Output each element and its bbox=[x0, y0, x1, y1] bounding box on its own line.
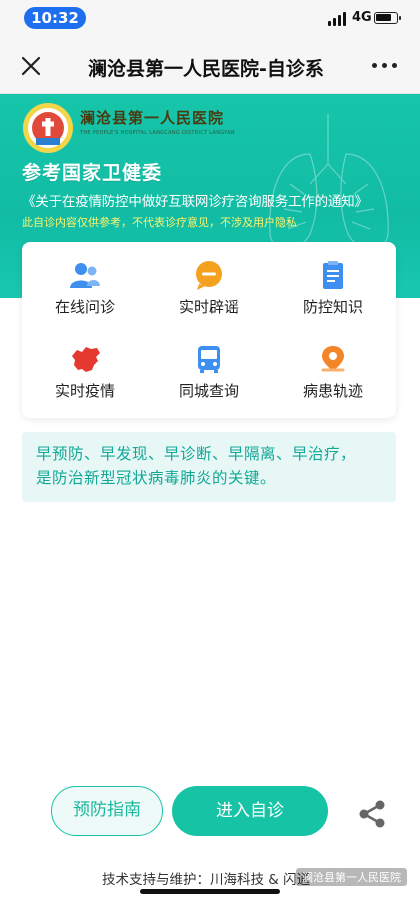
slogan-line: 是防治新型冠状病毒肺炎的关键。 bbox=[36, 469, 277, 487]
network-type: 4G bbox=[352, 10, 372, 25]
feature-label: 防控知识 bbox=[302, 298, 363, 316]
battery-icon bbox=[374, 12, 401, 24]
feature-grid: 在线问诊 实时辟谣 防控知识 实时疫情 同城查询 病患轨迹 bbox=[22, 242, 396, 418]
feature-online-consult[interactable]: 在线问诊 bbox=[23, 244, 147, 324]
feature-city-search[interactable]: 同城查询 bbox=[147, 328, 271, 408]
status-time: 10:32 bbox=[24, 7, 86, 29]
feature-label: 实时疫情 bbox=[54, 382, 115, 400]
banner-notice[interactable]: 《关于在疫情防控中做好互联网诊疗咨询服务工作的通知》 bbox=[22, 190, 412, 210]
feature-patient-track[interactable]: 病患轨迹 bbox=[271, 328, 395, 408]
feature-label: 病患轨迹 bbox=[302, 382, 363, 400]
users-icon bbox=[70, 263, 100, 288]
feature-label: 实时辟谣 bbox=[178, 298, 239, 316]
hospital-name-en: THE PEOPLE'S HOSPITAL LANGCANG DISTRICT … bbox=[80, 130, 235, 136]
slogan-line: 早预防、早发现、早诊断、早隔离、早治疗， bbox=[36, 445, 357, 463]
hospital-logo bbox=[23, 103, 73, 153]
china-map-icon bbox=[72, 347, 100, 372]
prevention-guide-button[interactable]: 预防指南 bbox=[51, 786, 163, 836]
signal-icon bbox=[328, 12, 348, 26]
bus-icon bbox=[198, 346, 220, 373]
location-pin-icon bbox=[321, 346, 345, 372]
feature-label: 同城查询 bbox=[178, 382, 239, 400]
status-bar: 10:32 4G bbox=[0, 0, 420, 38]
more-icon[interactable] bbox=[372, 63, 398, 69]
page-title: 澜沧县第一人民医院-自诊系 bbox=[88, 58, 324, 80]
banner-disclaimer: 此自诊内容仅供参考，不代表诊疗意见，不涉及用户隐私 bbox=[22, 216, 297, 229]
message-icon bbox=[196, 261, 222, 290]
nav-bar: 澜沧县第一人民医院-自诊系 bbox=[0, 38, 420, 94]
clipboard-icon bbox=[323, 261, 343, 289]
feature-prevention-knowledge[interactable]: 防控知识 bbox=[271, 244, 395, 324]
feature-realtime-epidemic[interactable]: 实时疫情 bbox=[23, 328, 147, 408]
hospital-name: 澜沧县第一人民医院 bbox=[80, 109, 225, 127]
enter-self-diagnosis-button[interactable]: 进入自诊 bbox=[172, 786, 328, 836]
home-indicator bbox=[140, 889, 280, 894]
close-icon[interactable] bbox=[18, 53, 44, 79]
share-icon[interactable] bbox=[356, 798, 388, 830]
watermark: 澜沧县第一人民医院 bbox=[296, 868, 407, 886]
feature-rumor-check[interactable]: 实时辟谣 bbox=[147, 244, 271, 324]
slogan-box: 早预防、早发现、早诊断、早隔离、早治疗， 是防治新型冠状病毒肺炎的关键。 bbox=[22, 432, 396, 502]
banner-headline: 参考国家卫健委 bbox=[22, 162, 163, 184]
footer-credit: 技术支持与维护：川海科技 & 闪通 bbox=[102, 872, 311, 888]
feature-label: 在线问诊 bbox=[54, 298, 115, 316]
